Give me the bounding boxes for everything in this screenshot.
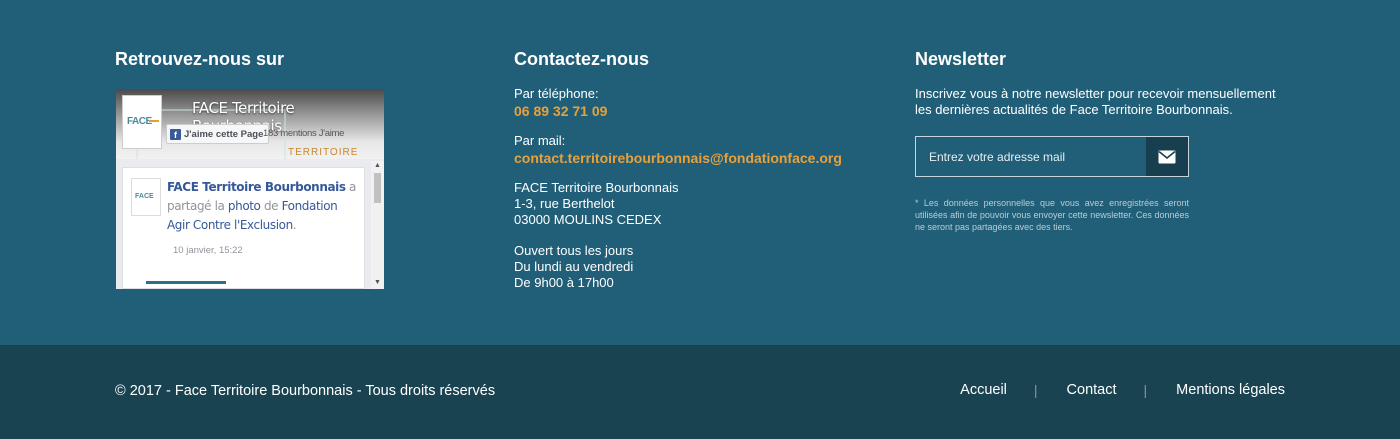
scroll-up-icon[interactable]: ▲ — [374, 162, 381, 169]
facebook-scrollbar[interactable]: ▲ ▼ — [371, 161, 384, 289]
social-heading: Retrouvez-nous sur — [115, 49, 285, 69]
address-line: 03000 MOULINS CEDEX — [514, 212, 662, 227]
footer-link-contact[interactable]: Contact — [1067, 382, 1117, 398]
post-photo-link[interactable]: photo — [228, 199, 261, 213]
facebook-cover[interactable]: TERRITOIRE FACE FACE Territoire Bourbonn… — [116, 89, 384, 159]
post-from-text: de — [263, 199, 279, 213]
facebook-like-label: J'aime cette Page — [184, 128, 264, 140]
newsletter-privacy-note: * Les données personnelles que vous avez… — [915, 198, 1189, 232]
facebook-page-logo[interactable]: FACE — [122, 95, 162, 149]
contact-column: Contactez-nous Par téléphone: 06 89 32 7… — [514, 48, 842, 291]
phone-label: Par téléphone: — [514, 86, 599, 101]
next-post-preview — [146, 281, 226, 284]
newsletter-heading: Newsletter — [915, 49, 1007, 69]
newsletter-intro: Inscrivez vous à notre newsletter pour r… — [915, 86, 1276, 117]
hours-line: Ouvert tous les jours — [514, 243, 634, 258]
newsletter-submit-button[interactable] — [1146, 137, 1188, 176]
footer-link-mentions-legales[interactable]: Mentions légales — [1176, 382, 1285, 398]
facebook-icon: f — [170, 128, 181, 140]
copyright-text: © 2017 - Face Territoire Bourbonnais - T… — [115, 383, 496, 399]
hours-line: De 9h00 à 17h00 — [514, 275, 614, 290]
post-author-avatar[interactable]: FACE — [131, 178, 161, 216]
face-logo-icon: FACE — [127, 116, 152, 127]
nav-separator: | — [1033, 382, 1038, 398]
scroll-down-icon[interactable]: ▼ — [374, 279, 381, 286]
footer-link-accueil[interactable]: Accueil — [960, 382, 1007, 398]
address-line: 1-3, rue Berthelot — [514, 196, 615, 211]
scrollbar-thumb[interactable] — [374, 173, 381, 203]
contact-heading: Contactez-nous — [514, 49, 649, 69]
address-line: FACE Territoire Bourbonnais — [514, 180, 679, 195]
email-link[interactable]: contact.territoirebourbonnais@fondationf… — [514, 149, 842, 167]
post-text: FACE Territoire Bourbonnais a partagé la… — [167, 180, 357, 232]
social-column: Retrouvez-nous sur — [115, 48, 284, 70]
envelope-icon — [1158, 150, 1176, 163]
facebook-likes-count: 183 mentions J'aime — [263, 128, 345, 139]
hours-line: Du lundi au vendredi — [514, 259, 634, 274]
cover-decoration: TERRITOIRE — [288, 147, 359, 158]
newsletter-email-input[interactable] — [916, 137, 1146, 176]
facebook-widget[interactable]: TERRITOIRE FACE FACE Territoire Bourbonn… — [116, 89, 384, 289]
post-date[interactable]: 10 janvier, 15:22 — [173, 245, 243, 256]
logo-accent — [149, 120, 159, 122]
newsletter-column: Newsletter — [915, 48, 1006, 70]
facebook-like-button[interactable]: f J'aime cette Page — [166, 124, 270, 144]
face-logo-icon: FACE — [135, 193, 154, 200]
facebook-post: FACE FACE Territoire Bourbonnais a parta… — [122, 167, 365, 289]
footer-nav: Accueil | Contact | Mentions légales — [960, 382, 1285, 398]
nav-separator: | — [1143, 382, 1148, 398]
phone-link[interactable]: 06 89 32 71 09 — [514, 102, 842, 120]
post-author-link[interactable]: FACE Territoire Bourbonnais — [167, 180, 346, 194]
mail-label: Par mail: — [514, 133, 566, 148]
newsletter-form — [915, 136, 1189, 177]
facebook-timeline: FACE FACE Territoire Bourbonnais a parta… — [116, 159, 384, 289]
